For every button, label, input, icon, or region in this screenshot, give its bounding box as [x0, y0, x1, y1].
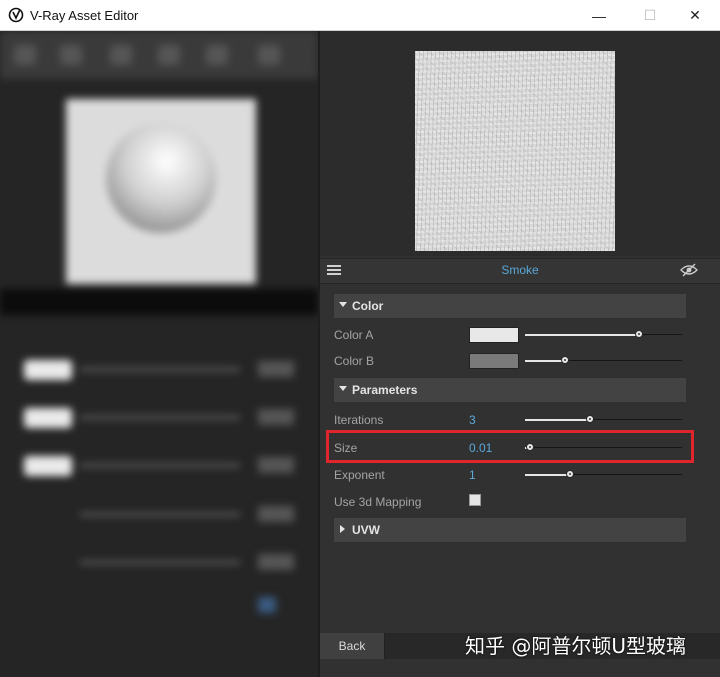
- vray-logo-icon: [8, 7, 24, 23]
- iterations-value[interactable]: 3: [469, 413, 476, 427]
- exponent-value[interactable]: 1: [469, 468, 476, 482]
- color-b-label: Color B: [334, 354, 375, 368]
- color-a-swatch[interactable]: [469, 327, 519, 343]
- slider-handle[interactable]: [561, 356, 570, 364]
- parameters-section-header[interactable]: Parameters: [334, 378, 686, 402]
- slider-handle[interactable]: [634, 330, 643, 338]
- chevron-down-icon: [339, 302, 347, 307]
- visibility-icon[interactable]: [680, 263, 698, 277]
- texture-preview-area: [320, 31, 720, 256]
- section-label: Color: [352, 299, 384, 313]
- use-3d-mapping-label: Use 3d Mapping: [334, 495, 422, 509]
- chevron-right-icon: [340, 525, 345, 533]
- color-a-label: Color A: [334, 328, 374, 342]
- iterations-slider[interactable]: [525, 415, 682, 423]
- slider-handle[interactable]: [565, 470, 574, 478]
- chevron-down-icon: [339, 386, 347, 391]
- color-b-slider[interactable]: [525, 356, 682, 364]
- exponent-slider[interactable]: [525, 470, 682, 478]
- close-button[interactable]: ✕: [672, 0, 718, 31]
- title-bar: V-Ray Asset Editor — ☐ ✕: [0, 0, 720, 31]
- list-item[interactable]: [18, 501, 298, 527]
- color-b-swatch[interactable]: [469, 353, 519, 369]
- maximize-button[interactable]: ☐: [627, 0, 673, 31]
- use-3d-mapping-checkbox[interactable]: [469, 494, 481, 506]
- toolbar-icon[interactable]: [158, 45, 180, 65]
- slider-handle[interactable]: [586, 415, 595, 423]
- list-item[interactable]: [18, 549, 298, 575]
- texture-editor-panel: Smoke Color Color A Color B Parameters I…: [318, 31, 720, 677]
- slider-fill: [525, 474, 570, 476]
- texture-header: Smoke: [320, 258, 720, 284]
- toolbar-icon[interactable]: [258, 45, 280, 65]
- smoke-texture-preview: [415, 51, 615, 251]
- slider-fill: [525, 419, 591, 421]
- preview-strip: [0, 289, 318, 315]
- watermark-text: 知乎 @阿普尔顿U型玻璃: [465, 634, 686, 658]
- asset-list-panel: [0, 31, 318, 677]
- back-button[interactable]: Back: [320, 633, 385, 659]
- iterations-label: Iterations: [334, 413, 384, 427]
- slider-fill: [525, 334, 639, 336]
- minimize-button[interactable]: —: [576, 0, 622, 31]
- material-preview: [66, 99, 256, 284]
- color-a-slider[interactable]: [525, 330, 682, 338]
- toggle-indicator[interactable]: [258, 597, 276, 613]
- color-section-header[interactable]: Color: [334, 294, 686, 318]
- toolbar: [0, 31, 318, 79]
- texture-name[interactable]: Smoke: [320, 263, 720, 277]
- blurred-content: [0, 31, 318, 677]
- toolbar-icon[interactable]: [206, 45, 228, 65]
- toolbar-icon[interactable]: [60, 45, 82, 65]
- preview-sphere: [106, 123, 216, 233]
- exponent-label: Exponent: [334, 468, 385, 482]
- list-item[interactable]: [18, 404, 298, 430]
- toolbar-icon[interactable]: [110, 45, 132, 65]
- list-item[interactable]: [18, 356, 298, 382]
- window-title: V-Ray Asset Editor: [30, 8, 139, 23]
- slider-fill: [525, 360, 566, 362]
- section-label: Parameters: [352, 383, 418, 397]
- uvw-section-header[interactable]: UVW: [334, 518, 686, 542]
- toolbar-icon[interactable]: [14, 45, 36, 65]
- section-label: UVW: [352, 523, 380, 537]
- size-highlight-box: [326, 430, 694, 463]
- list-item[interactable]: [18, 452, 298, 478]
